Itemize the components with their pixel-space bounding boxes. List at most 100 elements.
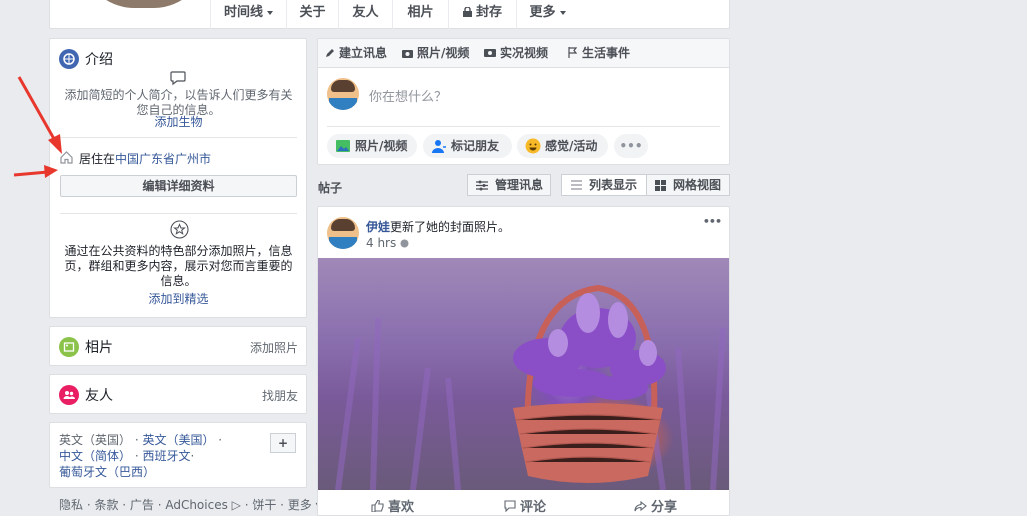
language-link[interactable]: 中文（简体） [59,449,131,463]
tab-label: 照片/视频 [417,46,470,60]
post-options-icon[interactable]: ••• [703,215,722,228]
camera-icon [402,50,413,58]
tab-photos[interactable]: 相片 [392,0,448,29]
posts-title: 帖子 [318,181,343,195]
chip-tag-friends[interactable]: 标记朋友 [423,134,512,158]
edit-details-button[interactable]: 编辑详细资料 [60,175,297,197]
photos-card: 相片 添加照片 [49,326,307,366]
language-link[interactable]: 葡萄牙文（巴西） [59,465,155,479]
chip-label: 标记朋友 [451,139,500,153]
user-avatar [327,78,359,110]
tab-label: 相片 [407,5,434,20]
video-icon [484,49,496,57]
language-link[interactable]: 英文（英国） [59,433,131,447]
globe-icon [59,49,79,69]
more-options-button[interactable]: ••• [614,134,648,158]
manage-posts-button[interactable]: 管理讯息 [467,174,551,196]
author-avatar[interactable] [327,217,359,249]
add-featured-link[interactable]: 添加到精选 [60,292,297,307]
tab-label: 更多 [529,5,556,20]
like-label: 喜欢 [388,500,415,515]
chip-photo-video[interactable]: 照片/视频 [327,134,417,158]
friends-card: 友人 找朋友 [49,374,307,414]
lavender-basket-image [335,284,726,491]
friends-icon [59,385,79,405]
composer-tabs: 建立讯息 照片/视频 实况视频 生活事件 [318,39,729,68]
language-link[interactable]: 西班牙文 [142,449,190,463]
language-line: 葡萄牙文（巴西） [59,464,155,480]
tab-life-event[interactable]: 生活事件 [568,39,630,67]
languages-card: 英文（英国） · 英文（美国） · 中文（简体） · 西班牙文· 葡萄牙文（巴西… [49,422,307,488]
comment-button[interactable]: 评论 [504,496,546,515]
manage-label: 管理讯息 [495,178,544,192]
settings-sliders-icon [476,180,488,191]
add-photos-link[interactable]: 添加照片 [250,339,298,356]
tab-label: 友人 [352,5,379,20]
time-label: 4 hrs [366,236,397,250]
red-arrow-annotation [13,76,62,178]
list-icon [571,180,582,190]
pencil-icon [326,49,334,57]
tab-friends[interactable]: 友人 [338,0,392,29]
divider [60,137,297,138]
comment-icon [504,500,516,513]
thumbs-up-icon [371,499,384,513]
friends-title: 友人 [85,388,113,404]
share-button[interactable]: 分享 [634,496,677,515]
author-name[interactable]: 伊娃 [366,220,390,234]
tab-label: 实况视频 [500,46,549,60]
tab-label: 建立讯息 [339,46,388,60]
tab-archive[interactable]: 封存 [448,0,516,29]
smiley-icon [525,138,541,154]
add-language-button[interactable]: + [270,433,296,453]
find-friends-link[interactable]: 找朋友 [262,387,298,404]
flag-icon [568,47,578,58]
chevron-down-icon [559,10,566,15]
post-header: 伊娃更新了她的封面照片。 [366,218,510,235]
language-line: 英文（英国） · 英文（美国） · [59,433,223,447]
intro-title: 介绍 [85,52,113,68]
status-input[interactable]: 你在想什么？ [369,86,447,105]
lock-icon [462,6,472,17]
chevron-down-icon [267,10,273,15]
featured-prompt: 通过在公共资料的特色部分添加照片，信息页，群组和更多内容，展示对您而言重要的信息… [64,244,293,288]
add-bio-link[interactable]: 添加生物 [60,115,297,130]
lives-prefix: 居住在 [79,152,116,166]
footer-links[interactable]: 隐私 · 条款 · 广告 · AdChoices ▷ · 饼干 · 更多 ▾ [59,496,322,513]
tab-photo-video[interactable]: 照片/视频 [402,39,469,67]
list-view-label: 列表显示 [589,178,638,192]
language-line: 中文（简体） · 西班牙文· [59,449,195,463]
share-label: 分享 [651,500,678,515]
lives-in: 居住在中国广东省广州市 [79,150,211,167]
tab-timeline[interactable]: 时间线 [210,0,286,29]
chip-feeling-activity[interactable]: 感觉/活动 [517,134,608,158]
post-action: 更新了她的封面照片。 [390,220,511,234]
grid-view-button[interactable]: 网格视图 [646,174,730,196]
speech-bubble-icon [170,71,186,86]
star-icon [170,220,189,239]
profile-nav: 时间线 关于 友人 相片 封存 更多 [49,0,730,29]
intro-card: 介绍 添加简短的个人简介，以告诉人们更多有关您自己的信息。 添加生物 居住在中国… [49,38,307,318]
like-button[interactable]: 喜欢 [371,496,414,515]
photo-icon [59,337,79,357]
tab-about[interactable]: 关于 [286,0,338,29]
profile-avatar[interactable] [78,0,210,12]
tab-create-post[interactable]: 建立讯息 [325,39,387,67]
tab-live-video[interactable]: 实况视频 [484,39,548,67]
tab-label: 生活事件 [582,46,631,60]
bio-prompt: 添加简短的个人简介，以告诉人们更多有关您自己的信息。 [64,88,293,117]
language-link[interactable]: 英文（美国） [142,433,214,447]
photos-title: 相片 [85,340,113,356]
grid-view-label: 网格视图 [673,178,722,192]
photo-icon [336,140,350,152]
tab-label: 封存 [475,5,502,20]
chip-label: 照片/视频 [355,139,408,153]
list-view-button[interactable]: 列表显示 [561,174,646,196]
post-time[interactable]: 4 hrs [366,236,409,250]
divider [327,126,720,127]
location-link[interactable]: 中国广东省广州市 [115,152,211,166]
tab-more[interactable]: 更多 [516,0,578,29]
cover-photo[interactable] [318,258,729,491]
tab-label: 关于 [299,5,326,20]
grid-icon [655,180,666,191]
